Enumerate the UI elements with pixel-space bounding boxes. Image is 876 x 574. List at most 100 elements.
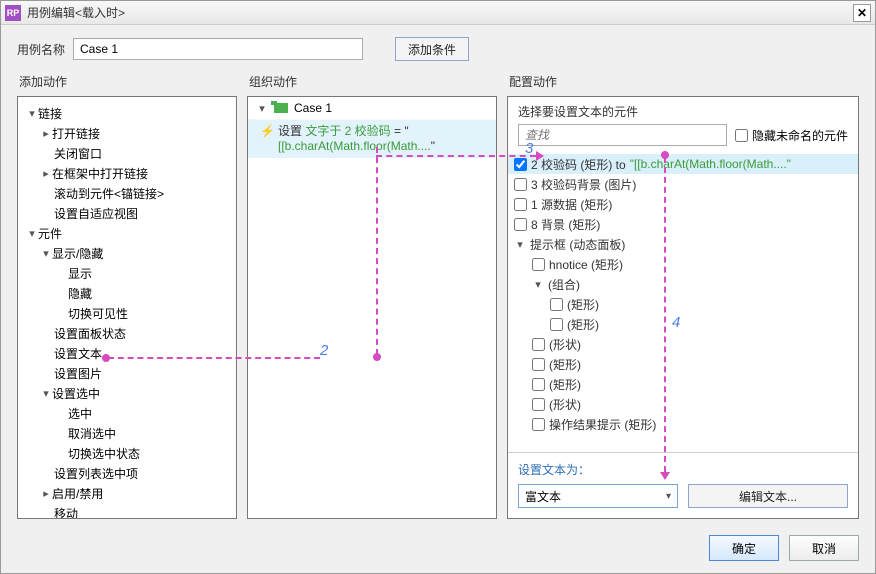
twisty-icon[interactable]	[40, 247, 52, 260]
item-label: 启用/禁用	[52, 485, 103, 502]
find-row: 隐藏未命名的元件	[508, 124, 858, 152]
item-label: 设置自适应视图	[54, 205, 138, 222]
tree-group[interactable]: 元件	[22, 223, 232, 243]
widget-row[interactable]: 3 校验码背景 (图片)	[508, 174, 858, 194]
tree-item[interactable]: 显示/隐藏	[22, 243, 232, 263]
widget-checkbox[interactable]	[550, 318, 563, 331]
twisty-icon[interactable]	[532, 278, 544, 291]
tree-item[interactable]: 在框架中打开链接	[22, 163, 232, 183]
tree-subitem[interactable]: 取消选中	[22, 423, 232, 443]
close-button[interactable]: ✕	[853, 4, 871, 22]
case-node[interactable]: Case 1	[248, 97, 496, 120]
widget-row[interactable]: 8 背景 (矩形)	[508, 214, 858, 234]
item-label: 切换可见性	[68, 305, 128, 322]
item-label: 设置图片	[54, 365, 102, 382]
find-input[interactable]	[518, 124, 727, 146]
widget-checkbox[interactable]	[532, 258, 545, 271]
widget-row[interactable]: (矩形)	[508, 314, 858, 334]
cancel-button[interactable]: 取消	[789, 535, 859, 561]
col-cfg-head: 配置动作	[507, 69, 859, 96]
app-icon: RP	[5, 5, 21, 21]
select-widget-title: 选择要设置文本的元件	[508, 97, 858, 124]
tree-item[interactable]: 设置选中	[22, 383, 232, 403]
col-org-head: 组织动作	[247, 69, 497, 96]
text-type-select[interactable]: 富文本 ▾	[518, 484, 678, 508]
tree-item[interactable]: 设置列表选中项	[22, 463, 232, 483]
widget-checkbox[interactable]	[532, 338, 545, 351]
twisty-icon[interactable]	[40, 387, 52, 400]
widget-row[interactable]: 2 校验码 (矩形) to "[[b.charAt(Math.floor(Mat…	[508, 154, 858, 174]
widget-checkbox[interactable]	[514, 218, 527, 231]
item-label: 移动	[54, 505, 78, 520]
ok-button[interactable]: 确定	[709, 535, 779, 561]
tree-item[interactable]: 滚动到元件<锚链接>	[22, 183, 232, 203]
tree-subitem[interactable]: 切换选中状态	[22, 443, 232, 463]
edit-text-button[interactable]: 编辑文本...	[688, 484, 848, 508]
action-item-set-text[interactable]: ⚡ 设置 文字于 2 校验码 = "[[b.charAt(Math.floor(…	[248, 120, 496, 158]
widget-group-row[interactable]: (组合)	[508, 274, 858, 294]
widget-checkbox[interactable]	[532, 398, 545, 411]
tree-item[interactable]: 设置文本	[22, 343, 232, 363]
widget-row[interactable]: (矩形)	[508, 354, 858, 374]
tree-item[interactable]: 关闭窗口	[22, 143, 232, 163]
item-label: 选中	[68, 405, 92, 422]
case-twisty-icon[interactable]	[256, 102, 268, 115]
tree-subitem[interactable]: 隐藏	[22, 283, 232, 303]
widget-checkbox[interactable]	[514, 158, 527, 171]
item-label: 设置选中	[52, 385, 100, 402]
tree-subitem[interactable]: 选中	[22, 403, 232, 423]
widget-checkbox[interactable]	[532, 418, 545, 431]
widget-list[interactable]: 2 校验码 (矩形) to "[[b.charAt(Math.floor(Mat…	[508, 152, 858, 452]
tree-item[interactable]: 移动	[22, 503, 232, 519]
twisty-icon[interactable]	[40, 487, 52, 500]
dialog-root: RP 用例编辑<载入时> ✕ 用例名称 添加条件 添加动作 链接打开链接关闭窗口…	[0, 0, 876, 574]
widget-label: hnotice (矩形)	[549, 256, 623, 273]
twisty-icon[interactable]	[26, 107, 38, 120]
tree-item[interactable]: 设置面板状态	[22, 323, 232, 343]
widget-row[interactable]: 操作结果提示 (矩形)	[508, 414, 858, 434]
tree-item[interactable]: 设置自适应视图	[22, 203, 232, 223]
widget-label: (组合)	[548, 276, 580, 293]
widget-row[interactable]: (矩形)	[508, 294, 858, 314]
widget-checkbox[interactable]	[532, 358, 545, 371]
tree-item[interactable]: 设置图片	[22, 363, 232, 383]
tree-group[interactable]: 链接	[22, 103, 232, 123]
item-label: 关闭窗口	[54, 145, 102, 162]
case-name-row: 用例名称 添加条件	[1, 25, 875, 69]
item-label: 在框架中打开链接	[52, 165, 148, 182]
twisty-icon[interactable]	[40, 167, 52, 180]
item-label: 设置列表选中项	[54, 465, 138, 482]
item-label: 隐藏	[68, 285, 92, 302]
widget-row[interactable]: (形状)	[508, 394, 858, 414]
widget-row[interactable]: (矩形)	[508, 374, 858, 394]
widget-checkbox[interactable]	[532, 378, 545, 391]
item-label: 显示/隐藏	[52, 245, 103, 262]
case-name-input[interactable]	[73, 38, 363, 60]
hide-unnamed-checkbox[interactable]	[735, 129, 748, 142]
add-condition-button[interactable]: 添加条件	[395, 37, 469, 61]
organize-panel: Case 1 ⚡ 设置 文字于 2 校验码 = "[[b.charAt(Math…	[247, 96, 497, 519]
tree-subitem[interactable]: 切换可见性	[22, 303, 232, 323]
widget-label: 3 校验码背景 (图片)	[531, 176, 636, 193]
widget-group-row[interactable]: 提示框 (动态面板)	[508, 234, 858, 254]
hide-unnamed-check[interactable]: 隐藏未命名的元件	[735, 127, 848, 144]
widget-label: (形状)	[549, 396, 581, 413]
columns: 添加动作 链接打开链接关闭窗口在框架中打开链接滚动到元件<锚链接>设置自适应视图…	[1, 69, 875, 527]
widget-row[interactable]: (形状)	[508, 334, 858, 354]
widget-row[interactable]: 1 源数据 (矩形)	[508, 194, 858, 214]
twisty-icon[interactable]	[26, 227, 38, 240]
widget-checkbox[interactable]	[514, 198, 527, 211]
tree-item[interactable]: 打开链接	[22, 123, 232, 143]
widget-checkbox[interactable]	[514, 178, 527, 191]
twisty-icon[interactable]	[40, 127, 52, 140]
case-label: Case 1	[294, 101, 332, 115]
tree-item[interactable]: 启用/禁用	[22, 483, 232, 503]
widget-label: 1 源数据 (矩形)	[531, 196, 612, 213]
action-text: 设置 文字于 2 校验码 = "[[b.charAt(Math.floor(Ma…	[278, 124, 435, 153]
widget-value: "[[b.charAt(Math.floor(Math...."	[630, 157, 791, 171]
twisty-icon[interactable]	[514, 238, 526, 251]
widget-checkbox[interactable]	[550, 298, 563, 311]
tree-subitem[interactable]: 显示	[22, 263, 232, 283]
action-tree-panel: 链接打开链接关闭窗口在框架中打开链接滚动到元件<锚链接> 设置自适应视图元件显示/…	[17, 96, 237, 519]
widget-row[interactable]: hnotice (矩形)	[508, 254, 858, 274]
